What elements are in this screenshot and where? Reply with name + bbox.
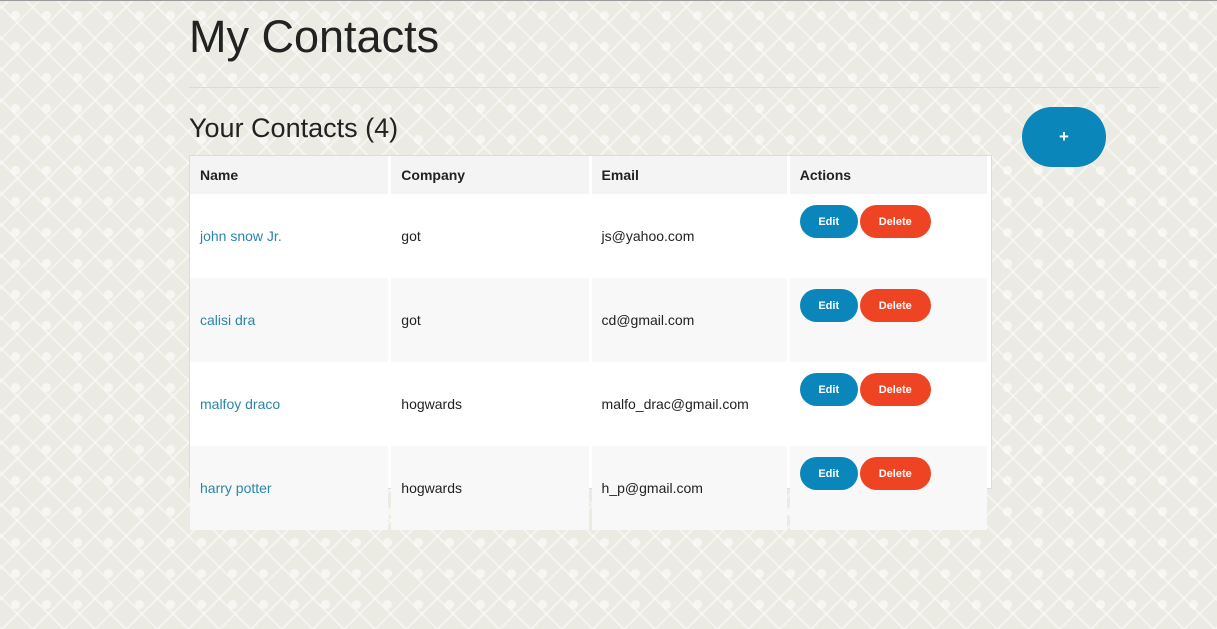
actions-cell: Edit Delete [789,278,987,362]
actions-cell: Edit Delete [789,362,987,446]
contact-company: hogwards [391,446,589,530]
contact-company: got [391,278,589,362]
contact-name-link[interactable]: harry potter [200,480,272,496]
title-divider [189,87,1159,88]
table-header-row: Name Company Email Actions [190,156,987,194]
contact-name-link[interactable]: calisi dra [200,312,255,328]
add-contact-button[interactable]: + [1022,107,1106,167]
actions-cell: Edit Delete [789,446,987,530]
contacts-table: Name Company Email Actions john snow Jr.… [189,155,992,530]
delete-button[interactable]: Delete [859,205,931,238]
table-row: malfoy draco hogwards malfo_drac@gmail.c… [190,362,987,446]
contact-company: hogwards [391,362,589,446]
edit-button[interactable]: Edit [799,457,858,490]
page-title: My Contacts [189,11,440,62]
contact-email: cd@gmail.com [591,278,787,362]
edit-button[interactable]: Edit [799,373,858,406]
column-header-email: Email [591,156,787,194]
table-row: john snow Jr. got js@yahoo.com Edit Delet… [190,194,987,278]
column-header-company: Company [391,156,589,194]
actions-cell: Edit Delete [789,194,987,278]
section-title: Your Contacts (4) [189,113,399,143]
contact-name-link[interactable]: john snow Jr. [200,228,282,244]
contact-company: got [391,194,589,278]
delete-button[interactable]: Delete [859,373,931,406]
contact-name-link[interactable]: malfoy draco [200,396,280,412]
column-header-name: Name [190,156,389,194]
contact-email: h_p@gmail.com [591,446,787,530]
table-row: harry potter hogwards h_p@gmail.com Edit… [190,446,987,530]
contact-email: malfo_drac@gmail.com [591,362,787,446]
edit-button[interactable]: Edit [799,289,858,322]
delete-button[interactable]: Delete [859,457,931,490]
table-row: calisi dra got cd@gmail.com Edit Delete [190,278,987,362]
edit-button[interactable]: Edit [799,205,858,238]
contact-email: js@yahoo.com [591,194,787,278]
delete-button[interactable]: Delete [859,289,931,322]
column-header-actions: Actions [789,156,987,194]
